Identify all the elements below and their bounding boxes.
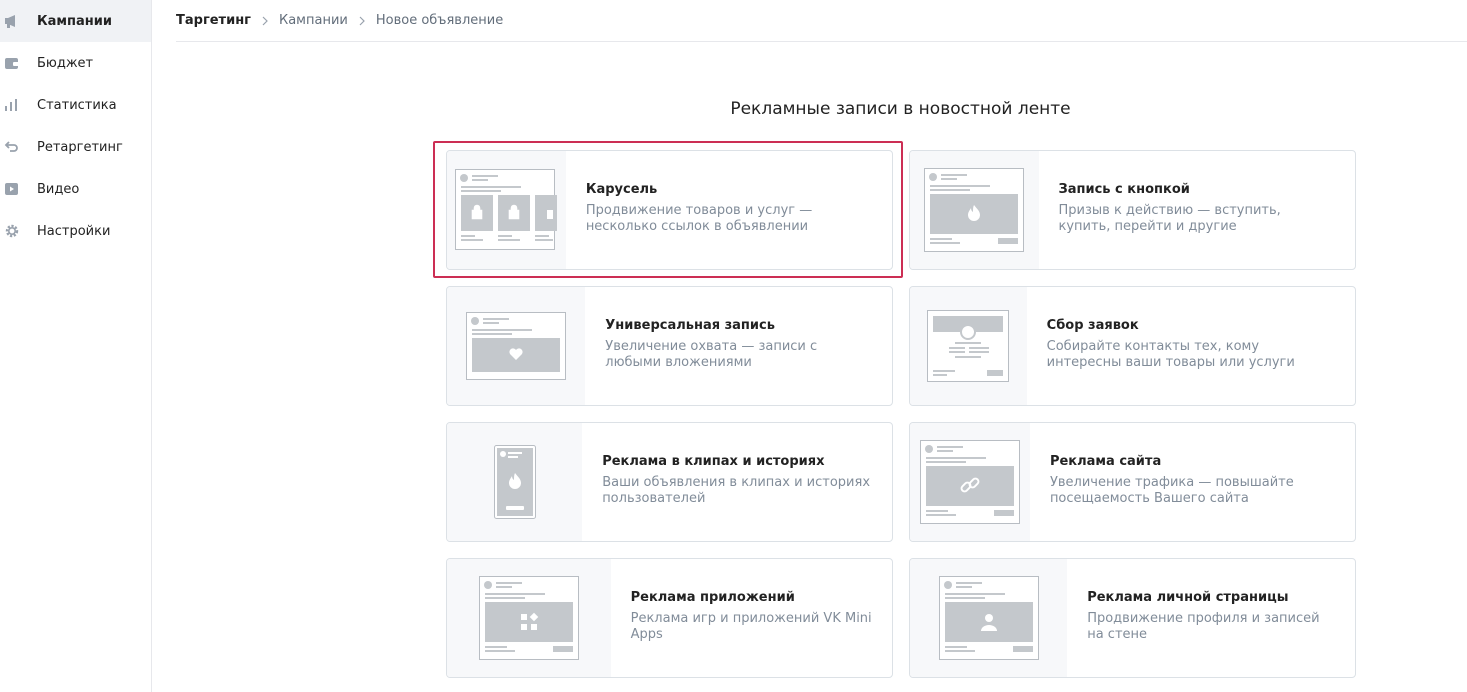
card-title: Реклама сайта: [1049, 454, 1162, 469]
sidebar-item-label: Статистика: [37, 97, 117, 113]
breadcrumb-campaigns[interactable]: Кампании: [279, 13, 348, 28]
sidebar-item-label: Бюджет: [37, 55, 94, 71]
card-title: Реклама личной страницы: [1087, 590, 1289, 605]
card-title: Реклама приложений: [630, 590, 795, 605]
stories-illustration-icon: [447, 423, 583, 541]
chevron-right-icon: [359, 16, 365, 26]
megaphone-icon: [0, 14, 37, 28]
card-description: Собирайте контакты тех, кому интересны в…: [1046, 339, 1295, 370]
sidebar-item-label: Видео: [37, 181, 80, 197]
ad-format-grid: Карусель Продвижение товаров и услуг — н…: [446, 150, 1356, 678]
card-description: Ваши объявления в клипах и историях поль…: [602, 475, 871, 506]
sidebar: Кампании Бюджет Статистика Ретаргетинг В…: [0, 0, 152, 692]
retarget-arrow-icon: [0, 140, 37, 154]
breadcrumb: Таргетинг Кампании Новое объявление: [176, 0, 1467, 42]
sidebar-item-label: Настройки: [37, 223, 111, 239]
card-carousel[interactable]: Карусель Продвижение товаров и услуг — н…: [446, 150, 893, 270]
carousel-illustration-icon: [447, 151, 566, 269]
card-title: Универсальная запись: [605, 318, 775, 333]
sidebar-item-label: Кампании: [37, 13, 112, 29]
sidebar-item-budget[interactable]: Бюджет: [0, 42, 151, 84]
card-title: Сбор заявок: [1046, 318, 1139, 333]
sidebar-item-video[interactable]: Видео: [0, 168, 151, 210]
sidebar-item-settings[interactable]: Настройки: [0, 210, 151, 252]
card-stories[interactable]: Реклама в клипах и историях Ваши объявле…: [446, 422, 893, 542]
card-description: Продвижение товаров и услуг — несколько …: [585, 203, 813, 234]
card-description: Увеличение охвата — записи с любыми влож…: [605, 339, 818, 370]
wallet-icon: [0, 56, 37, 70]
website-illustration-icon: [910, 423, 1030, 541]
bar-chart-icon: [0, 98, 37, 112]
section-title: Рекламные записи в новостной ленте: [730, 99, 1071, 119]
card-website[interactable]: Реклама сайта Увеличение трафика — повыш…: [909, 422, 1356, 542]
chevron-right-icon: [262, 16, 268, 26]
card-profile[interactable]: Реклама личной страницы Продвижение проф…: [909, 558, 1356, 678]
universal-post-illustration-icon: [447, 287, 586, 405]
card-description: Увеличение трафика — повышайте посещаемо…: [1049, 475, 1294, 506]
card-title: Запись с кнопкой: [1058, 182, 1190, 197]
button-post-illustration-icon: [910, 151, 1039, 269]
card-universal-post[interactable]: Универсальная запись Увеличение охвата —…: [446, 286, 893, 406]
sidebar-item-retargeting[interactable]: Ретаргетинг: [0, 126, 151, 168]
breadcrumb-current: Новое объявление: [375, 13, 504, 28]
profile-illustration-icon: [910, 559, 1068, 677]
apps-illustration-icon: [447, 559, 611, 677]
card-description: Реклама игр и приложений VK Mini Apps: [630, 611, 872, 642]
card-lead-form[interactable]: Сбор заявок Собирайте контакты тех, кому…: [909, 286, 1356, 406]
card-description: Призыв к действию — вступить, купить, пе…: [1058, 203, 1281, 234]
sidebar-item-statistics[interactable]: Статистика: [0, 84, 151, 126]
card-title: Карусель: [585, 182, 658, 197]
lead-form-illustration-icon: [910, 287, 1027, 405]
card-description: Продвижение профиля и записей на стене: [1087, 611, 1320, 642]
card-apps[interactable]: Реклама приложений Реклама игр и приложе…: [446, 558, 893, 678]
card-title: Реклама в клипах и историях: [602, 454, 825, 469]
video-icon: [0, 182, 37, 196]
sidebar-item-label: Ретаргетинг: [37, 139, 123, 155]
sidebar-item-campaigns[interactable]: Кампании: [0, 0, 151, 42]
card-button-post[interactable]: Запись с кнопкой Призыв к действию — вст…: [909, 150, 1356, 270]
breadcrumb-root[interactable]: Таргетинг: [176, 13, 251, 28]
gear-icon: [0, 223, 37, 239]
app-root: Кампании Бюджет Статистика Ретаргетинг В…: [0, 0, 1467, 692]
